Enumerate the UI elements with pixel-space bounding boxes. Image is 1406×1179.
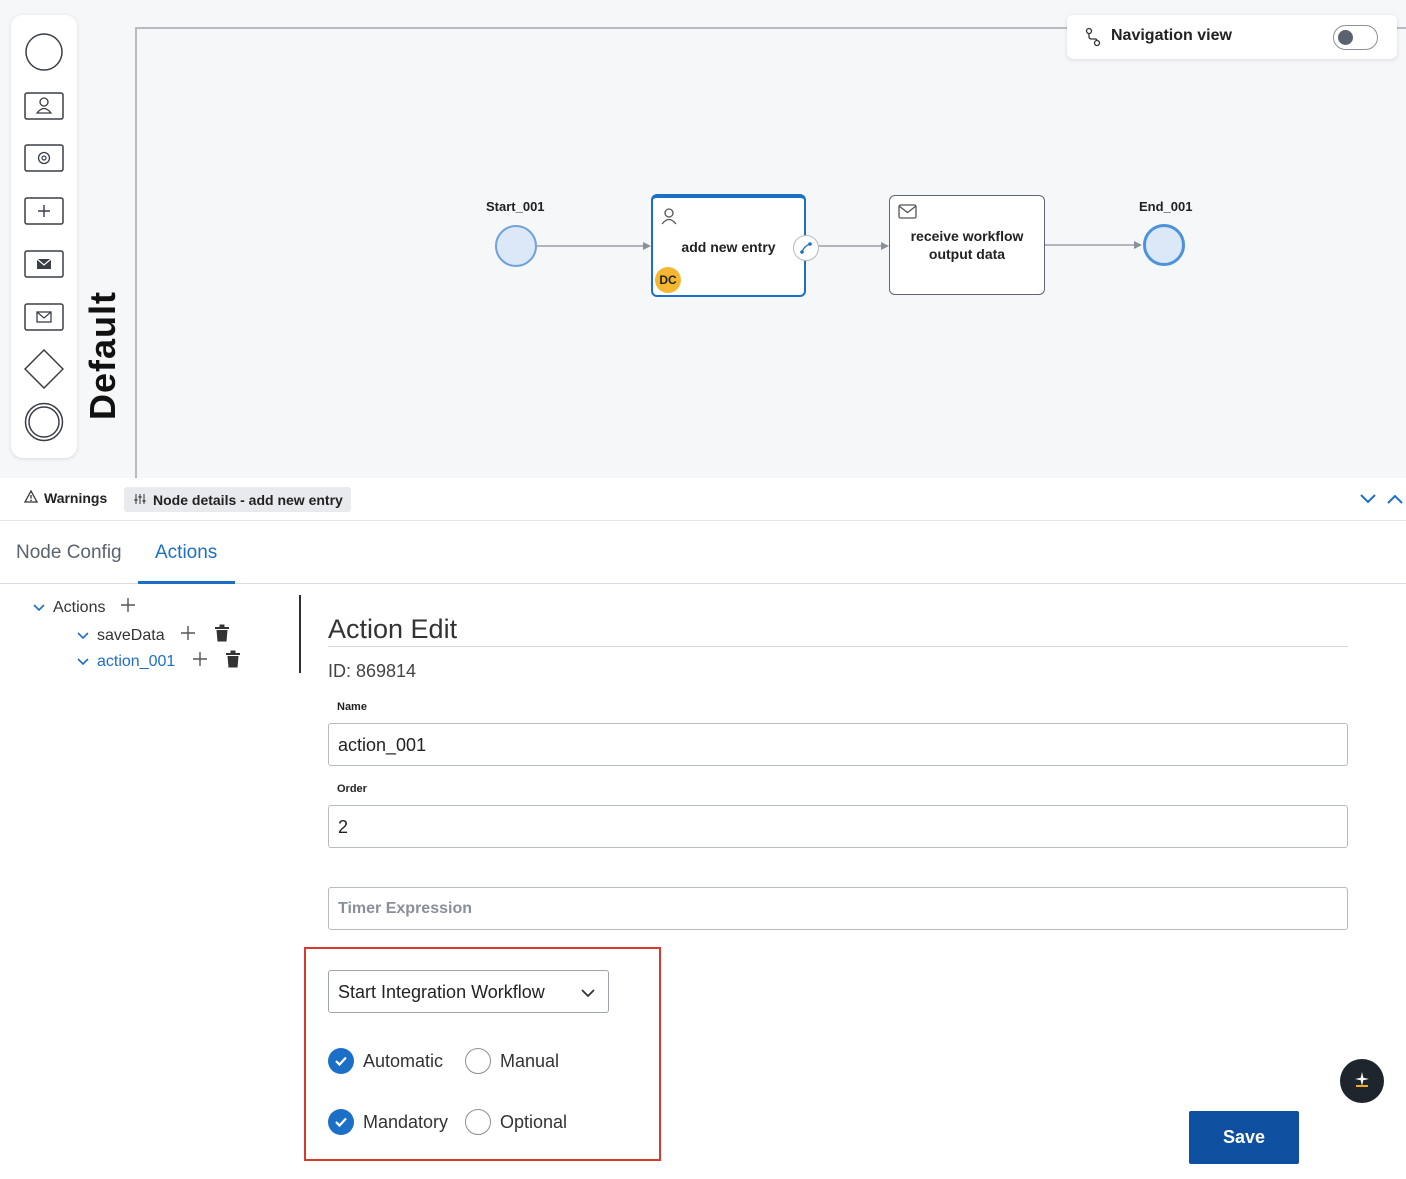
action-type-value: Start Integration Workflow xyxy=(338,982,545,1002)
start-event-label: Start_001 xyxy=(486,199,545,214)
action-id: ID: 869814 xyxy=(328,661,417,681)
chevron-up-icon[interactable] xyxy=(1386,492,1404,510)
add-icon[interactable] xyxy=(120,597,136,618)
task-label: add new entry xyxy=(681,239,776,255)
tab-node-config[interactable]: Node Config xyxy=(16,542,122,564)
timer-expression-input[interactable]: Timer Expression xyxy=(328,887,1348,930)
end-event[interactable] xyxy=(1142,223,1186,272)
tree-item-label: saveData xyxy=(97,626,165,644)
optional-label: Optional xyxy=(500,1111,568,1132)
sliders-icon xyxy=(134,492,146,508)
chevron-down-icon xyxy=(77,657,89,665)
actions-tree: Actions saveData action_001 xyxy=(0,584,300,704)
manual-option[interactable]: Manual xyxy=(465,1048,559,1074)
trash-icon[interactable] xyxy=(214,624,230,647)
tree-root-label: Actions xyxy=(53,598,106,616)
tree-item-label: action_001 xyxy=(97,652,176,670)
task-label-line1: receive workflow xyxy=(910,228,1024,244)
warnings-tab[interactable]: Warnings xyxy=(23,489,108,506)
chevron-down-icon xyxy=(580,983,596,1004)
checkmark-icon[interactable] xyxy=(328,1109,354,1135)
process-canvas[interactable]: Default Navigation view Start_001 add ne… xyxy=(0,0,1406,487)
warnings-label: Warnings xyxy=(44,490,108,506)
tree-divider xyxy=(299,595,301,673)
start-event[interactable] xyxy=(494,224,538,273)
radio-button[interactable] xyxy=(465,1048,491,1074)
mandatory-label: Mandatory xyxy=(363,1111,449,1132)
node-details-tab[interactable]: Node details - add new entry xyxy=(124,487,351,512)
automatic-option[interactable]: Automatic xyxy=(328,1048,443,1074)
mandatory-option[interactable]: Mandatory xyxy=(328,1109,448,1135)
ai-assistant-button[interactable] xyxy=(1340,1059,1384,1103)
details-panel-bar: Warnings Node details - add new entry xyxy=(0,478,1406,521)
node-details-label: Node details - add new entry xyxy=(153,491,343,508)
action-type-select[interactable]: Start Integration Workflow xyxy=(328,970,609,1013)
connect-icon[interactable] xyxy=(793,235,819,261)
task-label-line2: output data xyxy=(928,246,1006,262)
action-edit-title: Action Edit xyxy=(328,614,458,644)
name-label: Name xyxy=(337,701,367,713)
optional-option[interactable]: Optional xyxy=(465,1109,567,1135)
task-receive-workflow-output[interactable]: receive workflow output data xyxy=(889,195,1045,295)
user-icon xyxy=(660,207,678,230)
add-icon[interactable] xyxy=(180,625,196,646)
end-event-label: End_001 xyxy=(1139,199,1193,214)
task-add-new-entry[interactable]: add new entry DC xyxy=(651,194,819,297)
tab-actions[interactable]: Actions xyxy=(155,542,217,564)
order-label: Order xyxy=(337,783,367,795)
tree-item-savedata[interactable]: saveData xyxy=(76,624,230,647)
save-button[interactable]: Save xyxy=(1189,1111,1299,1164)
chevron-down-icon xyxy=(33,603,45,611)
chevron-down-icon[interactable] xyxy=(1359,492,1377,510)
warning-icon xyxy=(23,489,39,506)
tree-item-action-001[interactable]: action_001 xyxy=(76,650,241,673)
radio-button[interactable] xyxy=(465,1109,491,1135)
manual-label: Manual xyxy=(500,1050,560,1071)
node-detail-tabs: Node Config Actions xyxy=(0,521,1406,584)
assignee-badge: DC xyxy=(655,267,681,293)
sparkle-icon xyxy=(1353,1070,1371,1093)
chevron-down-icon xyxy=(77,631,89,639)
tree-root-actions[interactable]: Actions xyxy=(32,597,136,618)
trash-icon[interactable] xyxy=(225,650,241,673)
add-icon[interactable] xyxy=(192,651,208,672)
title-divider xyxy=(328,646,1348,647)
order-input[interactable]: 2 xyxy=(328,805,1348,848)
checkmark-icon[interactable] xyxy=(328,1048,354,1074)
name-input[interactable]: action_001 xyxy=(328,723,1348,766)
envelope-icon xyxy=(898,204,917,224)
automatic-label: Automatic xyxy=(363,1050,444,1071)
